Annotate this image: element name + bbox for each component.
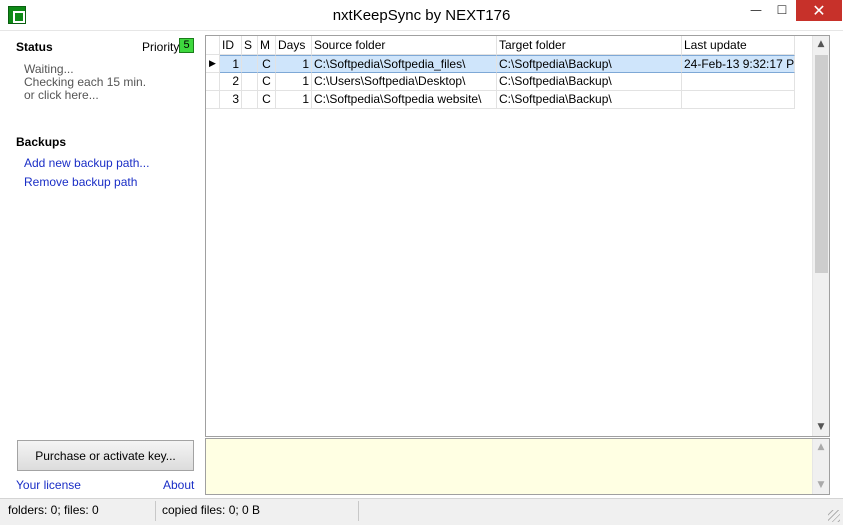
your-license-link[interactable]: Your license xyxy=(16,478,81,492)
status-bar: folders: 0; files: 0 copied files: 0; 0 … xyxy=(0,498,843,525)
grid-vertical-scrollbar[interactable]: ▲ ▼ xyxy=(812,36,829,436)
priority-label: Priority xyxy=(142,40,180,54)
cell-m[interactable]: C xyxy=(258,91,276,109)
cell-id[interactable]: 3 xyxy=(220,91,242,109)
cell-source-folder[interactable]: C:\Softpedia\Softpedia website\ xyxy=(312,91,497,109)
cell-s[interactable] xyxy=(242,91,258,109)
header-days[interactable]: Days xyxy=(276,36,312,55)
status-copied-files: copied files: 0; 0 B xyxy=(162,503,261,517)
backup-paths-grid[interactable]: ID S M Days Source folder Target folder … xyxy=(205,35,830,437)
cell-source-folder[interactable]: C:\Users\Softpedia\Desktop\ xyxy=(312,73,497,91)
maximize-button[interactable]: ☐ xyxy=(769,0,795,21)
table-row[interactable]: 2 C 1 C:\Users\Softpedia\Desktop\ C:\Sof… xyxy=(206,73,795,91)
cell-id[interactable]: 1 xyxy=(220,55,242,73)
log-area[interactable]: ▲ ▼ xyxy=(205,438,830,495)
cell-s[interactable] xyxy=(242,55,258,73)
cell-target-folder[interactable]: C:\Softpedia\Backup\ xyxy=(497,91,682,109)
table-row[interactable]: 3 C 1 C:\Softpedia\Softpedia website\ C:… xyxy=(206,91,795,109)
window-title: nxtKeepSync by NEXT176 xyxy=(332,7,511,24)
cell-days[interactable]: 1 xyxy=(276,73,312,91)
header-id[interactable]: ID xyxy=(220,36,242,55)
status-text[interactable]: Waiting... Checking each 15 min. or clic… xyxy=(24,63,146,102)
status-separator xyxy=(358,501,359,521)
left-panel: Status Priority 5 Waiting... Checking ea… xyxy=(6,33,202,495)
about-link[interactable]: About xyxy=(163,478,194,492)
cell-target-folder[interactable]: C:\Softpedia\Backup\ xyxy=(497,73,682,91)
log-scroll-up-icon[interactable]: ▲ xyxy=(813,439,829,456)
cell-last-update[interactable] xyxy=(682,91,795,109)
status-heading: Status xyxy=(16,40,53,54)
status-line-click-here: or click here... xyxy=(24,88,99,102)
table-row[interactable]: ▶ 1 C 1 C:\Softpedia\Softpedia_files\ C:… xyxy=(206,55,795,73)
add-backup-path-link[interactable]: Add new backup path... xyxy=(24,156,149,170)
priority-badge[interactable]: 5 xyxy=(179,38,194,53)
header-m[interactable]: M xyxy=(258,36,276,55)
row-indicator-icon xyxy=(206,91,220,109)
cell-id[interactable]: 2 xyxy=(220,73,242,91)
scroll-up-icon[interactable]: ▲ xyxy=(813,36,829,53)
cell-m[interactable]: C xyxy=(258,55,276,73)
cell-days[interactable]: 1 xyxy=(276,55,312,73)
remove-backup-path-link[interactable]: Remove backup path xyxy=(24,175,137,189)
scroll-down-icon[interactable]: ▼ xyxy=(813,419,829,436)
header-last-update[interactable]: Last update xyxy=(682,36,795,55)
title-bar: nxtKeepSync by NEXT176 — ☐ ✕ xyxy=(0,0,843,31)
resize-grip-icon[interactable] xyxy=(828,510,840,522)
log-scroll-down-icon[interactable]: ▼ xyxy=(813,477,829,494)
purchase-activate-button[interactable]: Purchase or activate key... xyxy=(17,440,194,471)
row-indicator-icon: ▶ xyxy=(206,55,220,73)
scroll-thumb[interactable] xyxy=(815,55,828,273)
backups-heading: Backups xyxy=(16,135,67,149)
cell-days[interactable]: 1 xyxy=(276,91,312,109)
grid-body: ▶ 1 C 1 C:\Softpedia\Softpedia_files\ C:… xyxy=(206,55,795,109)
header-indicator xyxy=(206,36,220,55)
header-s[interactable]: S xyxy=(242,36,258,55)
log-vertical-scrollbar[interactable]: ▲ ▼ xyxy=(812,439,829,494)
cell-last-update[interactable] xyxy=(682,73,795,91)
cell-m[interactable]: C xyxy=(258,73,276,91)
close-button[interactable]: ✕ xyxy=(796,0,842,21)
status-folders-files: folders: 0; files: 0 xyxy=(8,503,99,517)
header-source-folder[interactable]: Source folder xyxy=(312,36,497,55)
status-separator xyxy=(155,501,156,521)
cell-target-folder[interactable]: C:\Softpedia\Backup\ xyxy=(497,55,682,73)
header-target-folder[interactable]: Target folder xyxy=(497,36,682,55)
grid-header: ID S M Days Source folder Target folder … xyxy=(206,36,795,55)
cell-s[interactable] xyxy=(242,73,258,91)
minimize-button[interactable]: — xyxy=(743,0,769,21)
cell-last-update[interactable]: 24-Feb-13 9:32:17 PM xyxy=(682,55,795,73)
row-indicator-icon xyxy=(206,73,220,91)
cell-source-folder[interactable]: C:\Softpedia\Softpedia_files\ xyxy=(312,55,497,73)
